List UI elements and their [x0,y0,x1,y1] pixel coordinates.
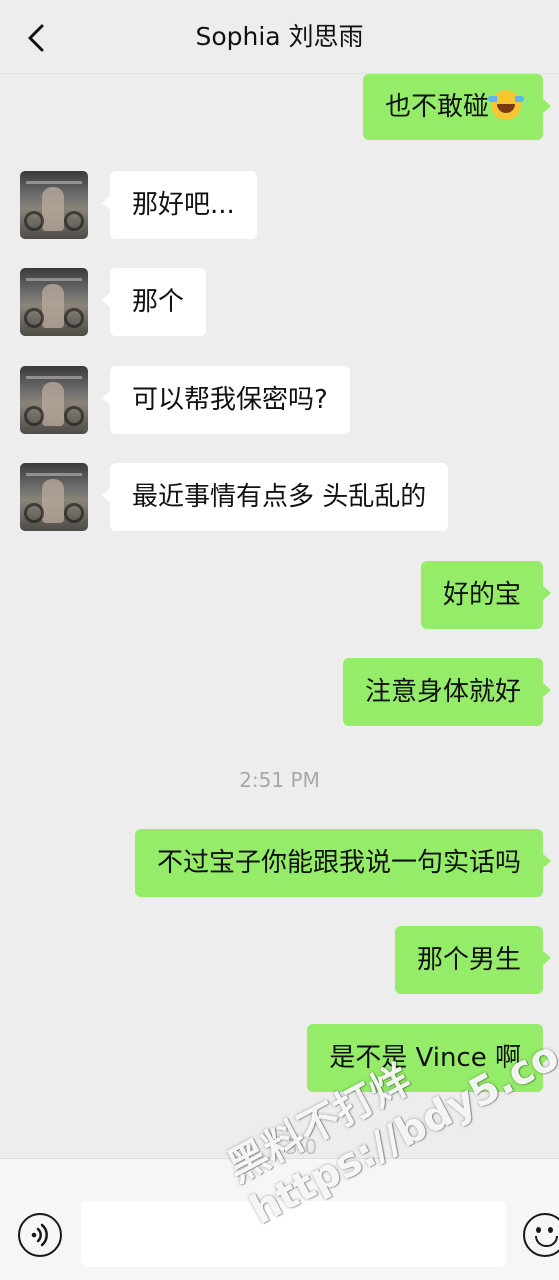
message-bubble-outgoing[interactable]: 也不敢碰 [362,74,552,140]
message-text: 好的宝 [442,580,521,610]
message-text: 那个 [132,287,185,317]
message-bubble-incoming[interactable]: 那好吧... [102,171,257,239]
contact-avatar[interactable] [20,171,88,239]
chat-header: Sophia 刘思雨 [0,0,559,74]
message-text: 可以帮我保密吗? [132,385,328,415]
message-text: 是不是 Vince 啊 [329,1043,521,1073]
message-text: 也不敢碰 [384,92,489,122]
contact-avatar[interactable] [20,366,88,434]
contact-avatar[interactable] [20,268,88,336]
message-bubble-incoming[interactable]: 那个 [101,268,207,336]
timestamp-partial: 3:0 [285,1135,318,1159]
message-bubble-outgoing[interactable]: 是不是 Vince 啊 [307,1024,551,1092]
message-bubble-outgoing[interactable]: 不过宝子你能跟我说一句实话吗 [134,829,552,897]
message-text: 不过宝子你能跟我说一句实话吗 [156,848,521,878]
message-bubble-incoming[interactable]: 最近事情有点多 头乱乱的 [101,463,449,531]
emoji-icon[interactable] [523,1213,559,1257]
contact-avatar[interactable] [20,463,88,531]
message-text: 注意身体就好 [364,677,521,707]
timestamp: 2:51 PM [239,768,320,792]
message-bubble-incoming[interactable]: 可以帮我保密吗? [102,366,350,434]
voice-input-icon[interactable] [18,1213,62,1257]
message-bubble-outgoing[interactable]: 那个男生 [394,926,552,994]
message-text: 最近事情有点多 头乱乱的 [132,482,427,512]
tears-of-joy-emoji-icon [488,90,524,120]
message-text: 那个男生 [416,945,521,975]
message-input[interactable] [81,1201,506,1267]
chat-title: Sophia 刘思雨 [195,22,364,51]
message-bubble-outgoing[interactable]: 好的宝 [420,561,552,629]
message-text: 那好吧... [132,190,235,220]
message-bubble-outgoing[interactable]: 注意身体就好 [342,658,552,726]
input-bar [0,1158,559,1280]
